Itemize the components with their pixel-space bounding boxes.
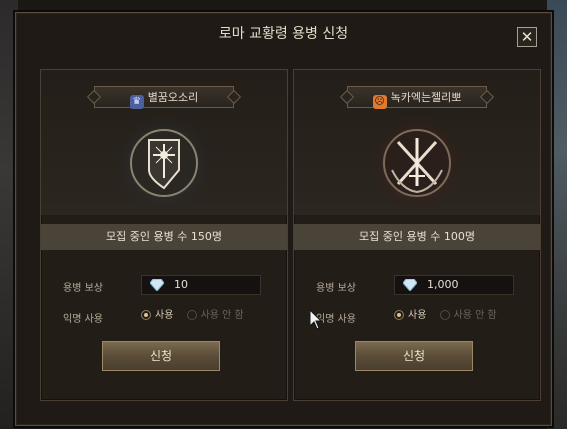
reward-label: 용병 보상 — [316, 283, 356, 294]
reward-value: 1,000 — [427, 278, 459, 291]
reward-field[interactable]: 1,000 — [394, 275, 514, 295]
lord-name-banner: ☹ 녹카엑는젤리뽀 — [347, 86, 487, 109]
shield-sun-emblem-icon — [109, 115, 219, 211]
anonymous-options: 사용 사용 안 함 — [394, 306, 497, 321]
reward-field[interactable]: 10 — [141, 275, 261, 295]
radio-selected-icon — [394, 310, 404, 320]
option-no-use[interactable]: 사용 안 함 — [186, 310, 244, 321]
gem-icon — [150, 279, 164, 291]
close-icon: ✕ — [520, 28, 534, 46]
radio-unselected-icon — [186, 310, 197, 320]
crown-icon: ♛ — [129, 95, 144, 109]
option-no-use[interactable]: 사용 안 함 — [439, 310, 497, 321]
close-button[interactable]: ✕ — [517, 27, 537, 47]
option-use[interactable]: 사용 — [394, 310, 426, 321]
mouse-cursor-icon — [310, 310, 323, 330]
option-use[interactable]: 사용 — [141, 310, 173, 321]
crossed-swords-emblem-icon — [362, 115, 472, 211]
gem-icon — [403, 279, 417, 291]
radio-unselected-icon — [439, 310, 450, 320]
apply-button[interactable]: 신청 — [102, 341, 220, 371]
reward-label: 용병 보상 — [63, 283, 103, 294]
mercenary-panel-2: ☹ 녹카엑는젤리뽀 모집 중인 용병 수 100명 용병 보상 1,000 익명… — [293, 69, 541, 401]
mercenary-panel-1: ♛ 별꿈오소리 모집 중인 용병 수 150명 용병 보상 10 익명 사용 사… — [40, 69, 288, 401]
emblem-area: ♛ 별꿈오소리 — [41, 70, 287, 215]
dialog-title: 로마 교황령 용병 신청 — [218, 26, 349, 42]
anonymous-options: 사용 사용 안 함 — [141, 306, 244, 321]
recruit-count: 모집 중인 용병 수 150명 — [41, 224, 287, 250]
recruit-count: 모집 중인 용병 수 100명 — [294, 224, 540, 250]
reward-value: 10 — [174, 278, 188, 291]
radio-selected-icon — [141, 310, 151, 320]
emblem-area: ☹ 녹카엑는젤리뽀 — [294, 70, 540, 215]
face-icon: ☹ — [372, 95, 387, 109]
lord-name-banner: ♛ 별꿈오소리 — [94, 86, 234, 109]
lord-name: 녹카엑는젤리뽀 — [390, 91, 462, 104]
lord-name: 별꿈오소리 — [147, 91, 199, 104]
apply-button[interactable]: 신청 — [355, 341, 473, 371]
anonymous-label: 익명 사용 — [63, 314, 103, 325]
mercenary-apply-dialog: 로마 교황령 용병 신청 ✕ ♛ 별꿈오소리 모집 중인 용병 수 150명 용… — [15, 12, 552, 426]
